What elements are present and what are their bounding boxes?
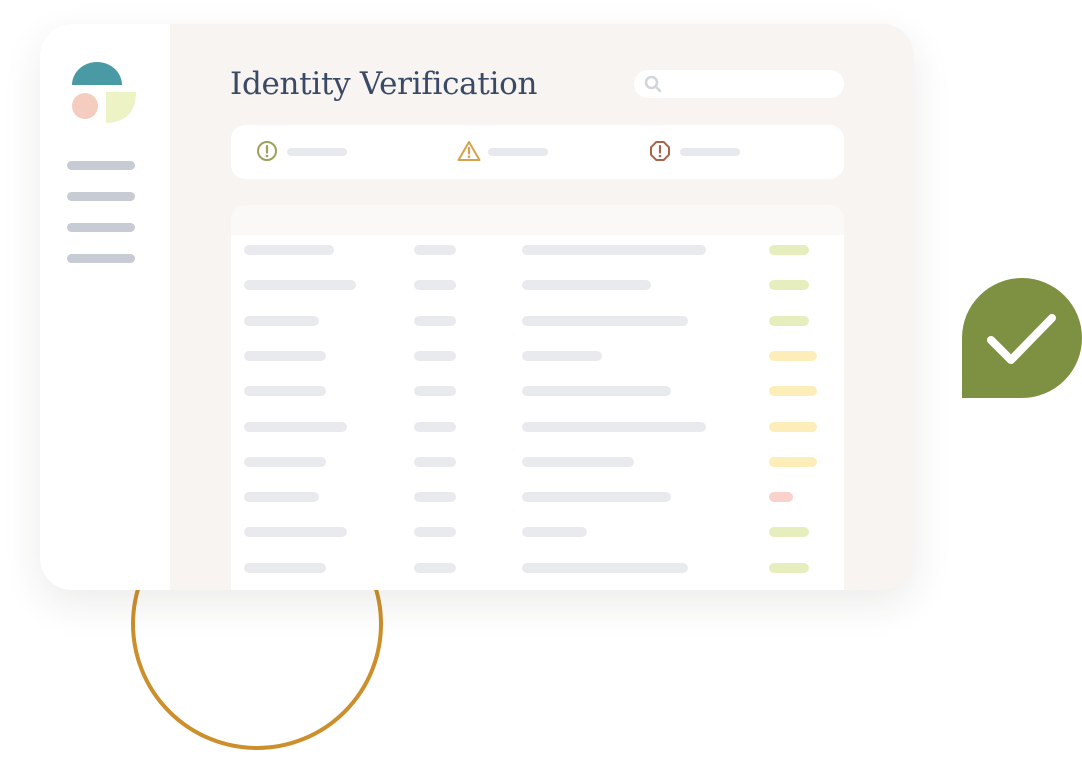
sidebar-item-2[interactable] xyxy=(67,192,135,201)
table-row[interactable] xyxy=(231,386,844,398)
row-id-placeholder xyxy=(414,315,456,326)
status-badge xyxy=(769,280,809,291)
search-icon xyxy=(644,75,662,93)
row-name-placeholder xyxy=(244,492,319,503)
summary-warning-label xyxy=(488,148,548,156)
status-badge xyxy=(769,315,809,326)
row-id-placeholder xyxy=(414,492,456,503)
verified-badge xyxy=(962,278,1082,398)
row-id-placeholder xyxy=(414,562,456,573)
row-detail-placeholder xyxy=(522,492,671,503)
table-row[interactable] xyxy=(231,315,844,328)
row-detail-placeholder xyxy=(522,280,651,291)
row-id-placeholder xyxy=(414,280,456,291)
table-row[interactable] xyxy=(231,350,844,363)
row-name-placeholder xyxy=(244,280,356,291)
summary-info-label xyxy=(287,148,347,156)
row-name-placeholder xyxy=(244,421,347,432)
table-row[interactable] xyxy=(231,562,844,575)
status-badge xyxy=(769,456,817,467)
row-name-placeholder xyxy=(244,350,326,361)
status-badge xyxy=(769,350,817,361)
app-window: Identity Verification xyxy=(40,24,914,590)
sidebar xyxy=(40,24,170,590)
row-detail-placeholder xyxy=(522,350,602,361)
brand-logo xyxy=(72,62,136,123)
error-octagon-icon xyxy=(650,141,670,161)
status-badge xyxy=(769,386,817,397)
search-box[interactable] xyxy=(634,70,844,98)
row-detail-placeholder xyxy=(522,315,688,326)
row-name-placeholder xyxy=(244,386,326,397)
status-summary xyxy=(231,125,844,179)
page-title: Identity Verification xyxy=(230,66,538,102)
table-row[interactable] xyxy=(231,421,844,434)
sidebar-item-1[interactable] xyxy=(67,161,135,170)
row-name-placeholder xyxy=(244,456,326,467)
row-detail-placeholder xyxy=(522,527,587,538)
row-name-placeholder xyxy=(244,527,347,538)
sidebar-item-3[interactable] xyxy=(67,223,135,232)
status-badge xyxy=(769,421,817,432)
row-id-placeholder xyxy=(414,386,456,397)
row-name-placeholder xyxy=(244,562,326,573)
row-detail-placeholder xyxy=(522,421,706,432)
row-id-placeholder xyxy=(414,527,456,538)
table-row[interactable] xyxy=(231,456,844,469)
summary-error[interactable] xyxy=(649,140,769,164)
table-row[interactable] xyxy=(231,245,844,257)
status-badge xyxy=(769,527,809,538)
summary-error-label xyxy=(680,148,740,156)
summary-warning[interactable] xyxy=(457,140,577,164)
status-badge xyxy=(769,492,793,503)
verification-table xyxy=(231,205,844,590)
summary-info[interactable] xyxy=(256,140,376,164)
table-row[interactable] xyxy=(231,527,844,539)
sidebar-item-4[interactable] xyxy=(67,254,135,263)
row-detail-placeholder xyxy=(522,386,671,397)
row-id-placeholder xyxy=(414,350,456,361)
info-circle-icon xyxy=(257,141,277,161)
table-header xyxy=(231,205,844,235)
status-badge xyxy=(769,562,809,573)
row-detail-placeholder xyxy=(522,562,688,573)
warning-triangle-icon xyxy=(457,141,481,161)
search-input[interactable] xyxy=(672,70,832,98)
table-row[interactable] xyxy=(231,280,844,292)
row-name-placeholder xyxy=(244,315,319,326)
table-row[interactable] xyxy=(231,492,844,504)
row-id-placeholder xyxy=(414,245,456,255)
row-detail-placeholder xyxy=(522,456,634,467)
row-id-placeholder xyxy=(414,456,456,467)
status-badge xyxy=(769,245,809,255)
row-name-placeholder xyxy=(244,245,334,255)
row-id-placeholder xyxy=(414,421,456,432)
row-detail-placeholder xyxy=(522,245,706,255)
